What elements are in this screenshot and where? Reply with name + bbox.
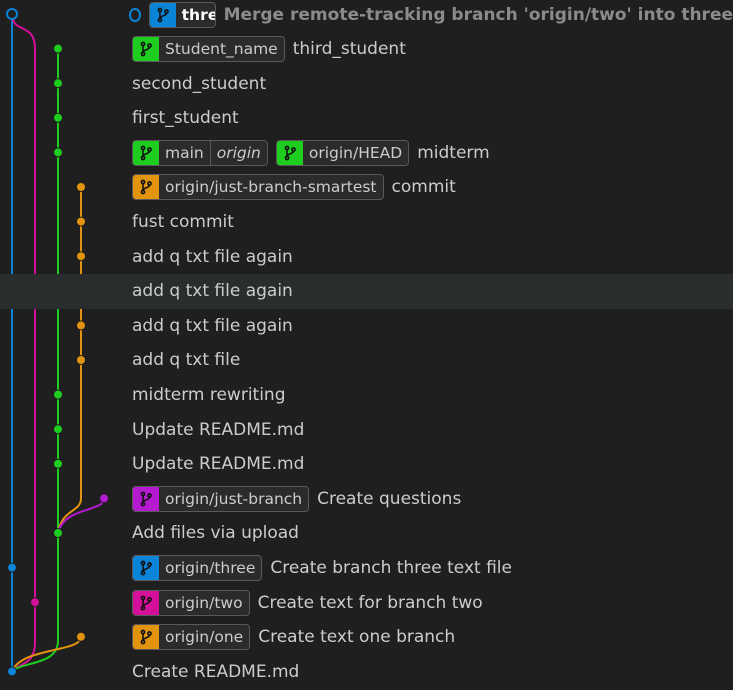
commit-row[interactable]: add q txt file [0,343,733,378]
commit-row[interactable]: three Merge remote-tracking branch 'origi… [0,0,733,32]
branch-icon [133,486,159,511]
commit-message: Merge remote-tracking branch 'origin/two… [223,4,733,25]
head-commit-icon [129,7,141,22]
commit-row[interactable]: Add files via upload [0,516,733,551]
commit-message: third_student [292,39,406,60]
commit-row[interactable]: add q txt file again [0,239,733,274]
ref-name: origin/three [159,556,262,581]
commit-message: add q txt file [132,350,241,371]
commit-message: Create branch three text file [270,558,512,579]
commit-row[interactable]: Create README.md [0,655,733,690]
commit-row[interactable]: add q txt file again [0,309,733,344]
ref-name: origin/one [159,625,250,650]
commit-row[interactable]: Update README.md [0,412,733,447]
ref-badge[interactable]: origin/one [132,624,251,651]
ref-name: origin/just-branch [159,486,309,511]
commit-row[interactable]: origin/two Create text for branch two [0,585,733,620]
commit-row[interactable]: first_student [0,101,733,136]
branch-icon [276,140,303,165]
commit-row[interactable]: origin/one Create text one branch [0,620,733,655]
commit-message: Update README.md [132,454,305,475]
commit-message: commit [391,177,456,198]
ref-badge[interactable]: Student_name [132,36,285,63]
commit-row[interactable]: Update README.md [0,447,733,482]
commit-message: Create README.md [132,661,300,682]
ref-name: origin/two [159,590,249,615]
commit-row[interactable]: Student_name third_student [0,32,733,67]
branch-icon [133,37,159,62]
commit-message: Create questions [317,488,462,509]
ref-badge[interactable]: origin/just-branch [132,485,310,512]
commit-row[interactable]: origin/just-branch-smartest commit [0,170,733,205]
commit-message: add q txt file again [132,315,293,336]
commit-message: Update README.md [132,419,305,440]
commit-message: midterm rewriting [132,385,286,406]
commit-message: Create text one branch [258,627,456,648]
ref-badge[interactable]: main origin [132,139,268,166]
ref-badge[interactable]: origin/three [132,555,263,582]
commit-row[interactable]: origin/just-branch Create questions [0,482,733,517]
ref-badge[interactable]: three [148,1,216,28]
branch-icon [133,556,159,581]
commit-message: add q txt file again [132,281,293,302]
commit-message: add q txt file again [132,246,293,267]
commit-row[interactable]: second_student [0,66,733,101]
ref-badge[interactable]: origin/two [132,589,250,616]
ref-name: Student_name [159,37,284,62]
commit-message: first_student [132,108,239,129]
ref-badge[interactable]: origin/HEAD [275,139,410,166]
commit-row[interactable]: add q txt file again [0,274,733,309]
ref-badge[interactable]: origin/just-branch-smartest [132,174,384,201]
commit-list: three Merge remote-tracking branch 'origi… [0,0,733,690]
ref-name: origin/HEAD [302,140,409,165]
ref-name: origin/just-branch-smartest [159,175,383,200]
branch-icon [133,175,159,200]
commit-row[interactable]: midterm rewriting [0,378,733,413]
commit-message: midterm [417,142,490,163]
ref-name: main [159,140,210,165]
ref-name: three [175,2,215,27]
commit-message: Add files via upload [132,523,299,544]
branch-icon [133,590,159,615]
commit-row[interactable]: origin/three Create branch three text fil… [0,551,733,586]
commit-message: Create text for branch two [257,592,483,613]
branch-icon [133,140,159,165]
commit-row[interactable]: fust commit [0,205,733,240]
commit-message: fust commit [132,212,234,233]
branch-icon [149,2,176,27]
commit-row[interactable]: main origin origin/HEAD midterm [0,136,733,171]
ref-remote: origin [209,140,267,165]
commit-message: second_student [132,73,267,94]
branch-icon [133,625,159,650]
